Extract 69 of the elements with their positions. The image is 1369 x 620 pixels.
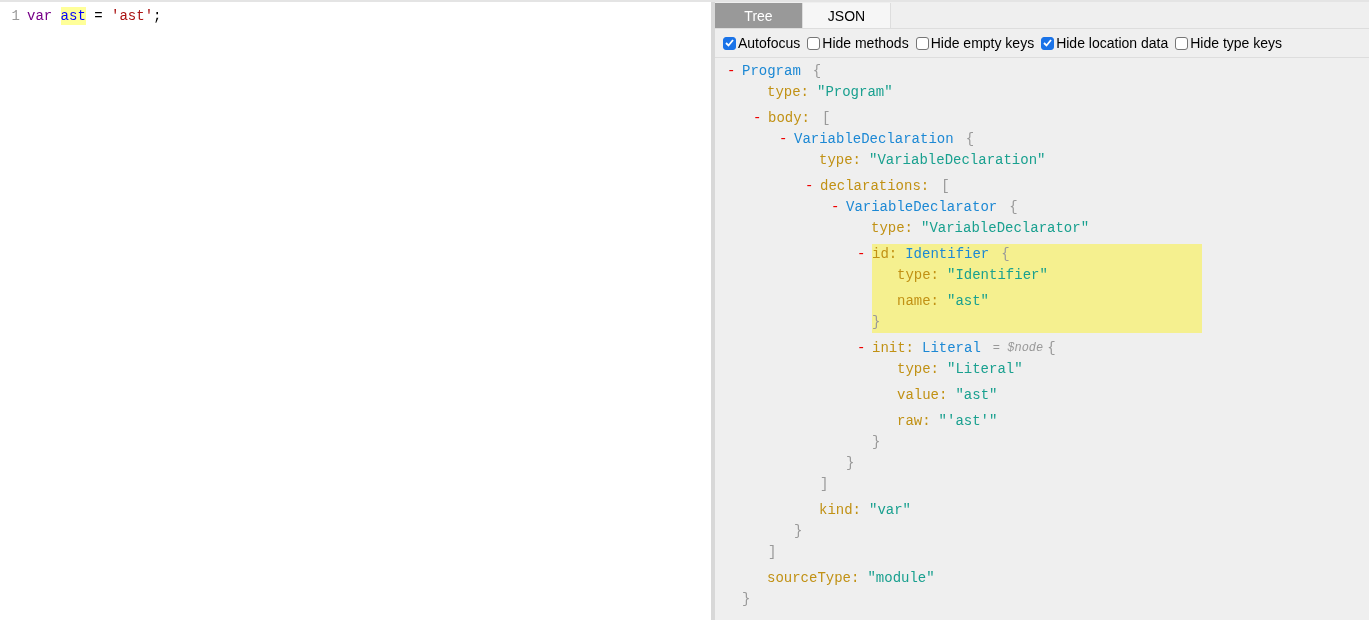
property-value: "var" xyxy=(869,502,912,518)
property-value: "VariableDeclarator" xyxy=(921,220,1090,236)
bracket: { xyxy=(1001,245,1010,264)
tab[interactable]: JSON xyxy=(803,3,891,28)
line-number: 1 xyxy=(10,7,20,25)
node-annotation: = $node xyxy=(992,340,1044,357)
property-key: type: xyxy=(871,220,913,236)
bracket: } xyxy=(872,314,881,330)
checkbox[interactable] xyxy=(915,36,929,50)
code-token: = xyxy=(93,7,104,25)
collapse-toggle[interactable]: - xyxy=(779,129,794,150)
bracket: { xyxy=(1009,198,1018,217)
property-key: declarations: xyxy=(820,176,930,197)
node-type[interactable]: VariableDeclaration xyxy=(794,129,954,150)
collapse-toggle[interactable]: - xyxy=(753,108,768,129)
node-type[interactable]: VariableDeclarator xyxy=(846,197,998,218)
node-type[interactable]: Program xyxy=(742,61,801,82)
property-key: sourceType: xyxy=(767,570,860,586)
tab[interactable]: Tree xyxy=(715,3,803,28)
bracket: { xyxy=(965,130,975,149)
bracket: ] xyxy=(768,544,777,560)
property-key: type: xyxy=(897,361,939,377)
property-value: "Program" xyxy=(817,84,893,100)
checkbox-label: Autofocus xyxy=(738,35,801,51)
property-key: value: xyxy=(897,387,948,403)
bracket: ] xyxy=(820,476,829,492)
property-key: type: xyxy=(767,84,809,100)
checkbox-label: Hide location data xyxy=(1056,35,1169,51)
checkbox[interactable] xyxy=(723,36,736,50)
checkbox[interactable] xyxy=(807,36,821,50)
code-token: ast xyxy=(60,7,86,25)
bracket: } xyxy=(742,591,751,607)
property-value: "module" xyxy=(867,570,935,586)
checkbox-label: Hide methods xyxy=(822,35,909,51)
collapse-toggle[interactable]: - xyxy=(727,61,742,82)
bracket: [ xyxy=(941,177,950,196)
property-value: "VariableDeclaration" xyxy=(869,152,1046,168)
bracket: } xyxy=(794,523,803,539)
property-key: name: xyxy=(897,293,939,309)
collapse-toggle[interactable]: - xyxy=(857,338,872,359)
bracket: } xyxy=(872,434,881,450)
code-token: 'ast' xyxy=(111,7,154,25)
bracket: } xyxy=(846,455,855,471)
checkbox[interactable] xyxy=(1175,36,1189,50)
property-key: kind: xyxy=(819,502,861,518)
property-value: "Identifier" xyxy=(947,267,1048,283)
code-token: var xyxy=(27,7,54,25)
property-key: raw: xyxy=(897,413,931,429)
bracket: { xyxy=(812,62,822,81)
bracket: { xyxy=(1047,339,1056,358)
collapse-toggle[interactable]: - xyxy=(805,176,820,197)
bracket: [ xyxy=(822,109,831,128)
property-value: "ast" xyxy=(955,387,998,403)
property-key: type: xyxy=(819,152,861,168)
property-value: "ast" xyxy=(947,293,990,309)
node-type[interactable]: Literal xyxy=(922,338,981,359)
node-type[interactable]: Identifier xyxy=(905,244,990,265)
property-value: "'ast'" xyxy=(938,413,998,429)
checkbox-label: Hide type keys xyxy=(1190,35,1283,51)
property-value: "Literal" xyxy=(947,361,1023,377)
checkbox[interactable] xyxy=(1041,36,1055,50)
collapse-toggle[interactable]: - xyxy=(857,244,872,265)
property-key: id: xyxy=(872,244,898,265)
property-key: init: xyxy=(872,338,914,359)
code-token: ; xyxy=(153,7,162,25)
property-key: body: xyxy=(768,108,810,129)
property-key: type: xyxy=(897,267,939,283)
collapse-toggle[interactable]: - xyxy=(831,197,846,218)
checkbox-label: Hide empty keys xyxy=(930,35,1035,51)
